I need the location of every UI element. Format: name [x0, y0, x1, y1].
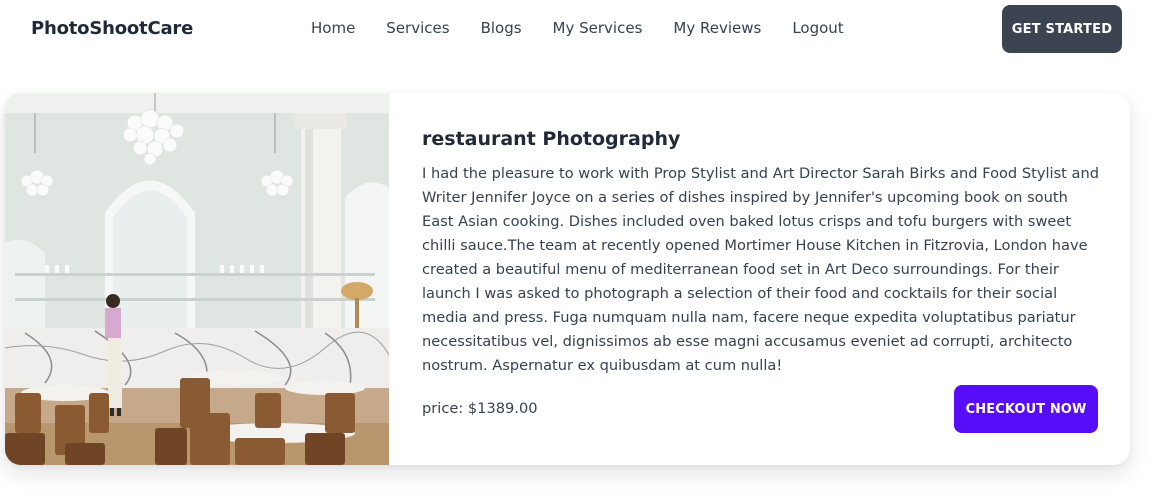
nav-link-my-services[interactable]: My Services [553, 19, 643, 37]
service-card: restaurant Photography I had the pleasur… [5, 93, 1130, 465]
service-photo [5, 93, 389, 465]
get-started-button[interactable]: GET STARTED [1002, 5, 1122, 53]
service-description: I had the pleasure to work with Prop Sty… [422, 165, 1099, 374]
checkout-now-button[interactable]: CHECKOUT NOW [954, 385, 1098, 433]
nav-link-services[interactable]: Services [386, 19, 449, 37]
service-title: restaurant Photography [422, 128, 681, 150]
nav-links: Home Services Blogs My Services My Revie… [311, 19, 844, 37]
nav-link-my-reviews[interactable]: My Reviews [673, 19, 761, 37]
brand-logo[interactable]: PhotoShootCare [31, 18, 193, 39]
service-card-body: restaurant Photography I had the pleasur… [422, 93, 1102, 465]
nav-link-blogs[interactable]: Blogs [481, 19, 522, 37]
nav-link-logout[interactable]: Logout [792, 19, 843, 37]
nav-link-home[interactable]: Home [311, 19, 355, 37]
service-price: price: $1389.00 [422, 400, 538, 417]
navbar: PhotoShootCare Home Services Blogs My Se… [0, 0, 1149, 60]
